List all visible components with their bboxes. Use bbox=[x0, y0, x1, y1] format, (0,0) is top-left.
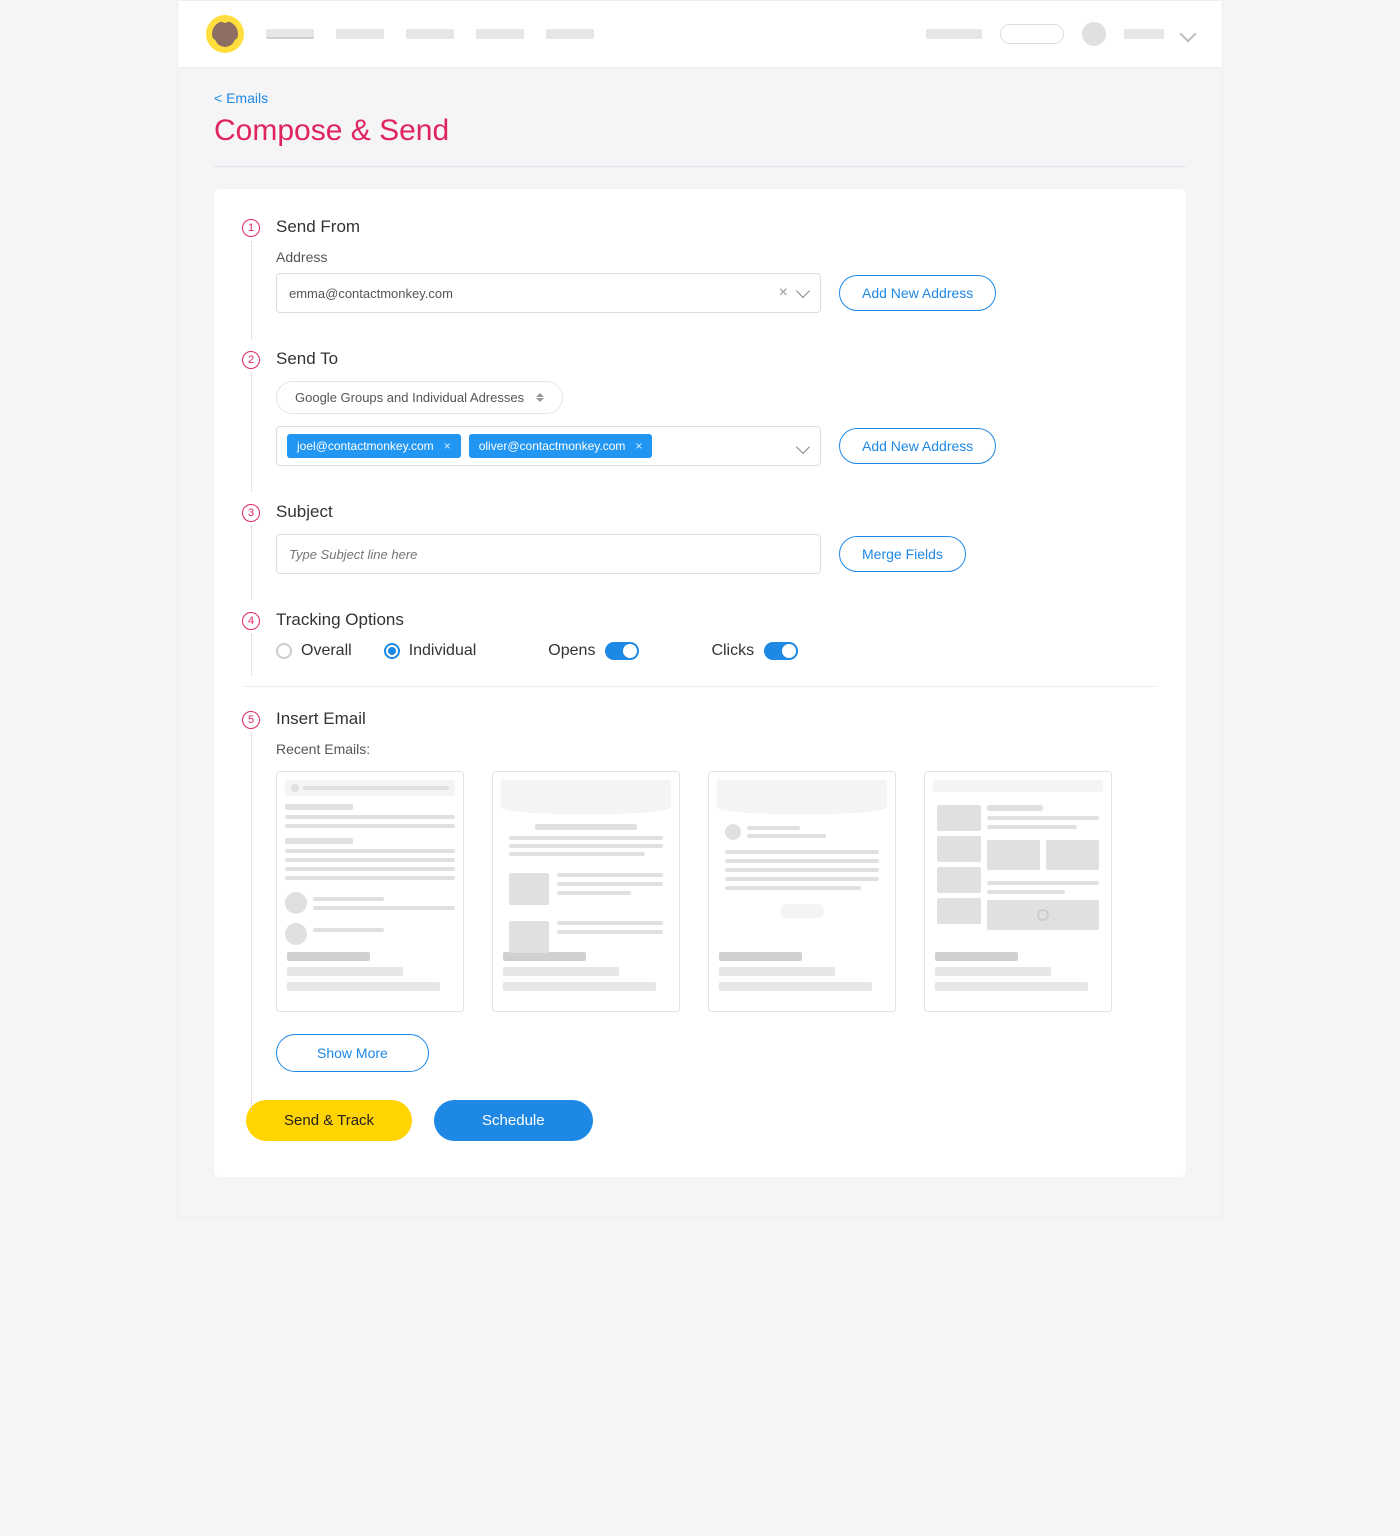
send-track-button[interactable]: Send & Track bbox=[246, 1100, 412, 1141]
divider bbox=[214, 166, 1186, 167]
opens-toggle[interactable] bbox=[605, 642, 639, 660]
step-number: 1 bbox=[242, 219, 260, 237]
from-address-input[interactable]: × bbox=[276, 273, 821, 313]
template-list bbox=[276, 771, 1158, 1012]
chevron-down-icon[interactable] bbox=[1180, 26, 1197, 43]
address-label: Address bbox=[276, 249, 1158, 265]
step-send-from: 1 Send From Address × Add New Address bbox=[242, 217, 1158, 323]
step-tracking: 4 Tracking Options Overall Individual Op… bbox=[242, 610, 1158, 660]
email-template[interactable] bbox=[924, 771, 1112, 1012]
breadcrumb[interactable]: < Emails bbox=[214, 90, 1186, 106]
remove-chip-icon[interactable]: × bbox=[444, 439, 451, 453]
recent-emails-label: Recent Emails: bbox=[276, 741, 1158, 757]
step-title: Send To bbox=[276, 349, 1158, 369]
nav-item[interactable] bbox=[476, 29, 524, 39]
divider bbox=[242, 686, 1158, 687]
radio-individual[interactable]: Individual bbox=[384, 642, 477, 660]
topbar-text-placeholder bbox=[926, 29, 982, 39]
step-insert-email: 5 Insert Email Recent Emails: bbox=[242, 709, 1158, 1072]
step-title: Tracking Options bbox=[276, 610, 1158, 630]
subject-input-wrap[interactable] bbox=[276, 534, 821, 574]
from-address-field[interactable] bbox=[289, 286, 779, 301]
chevron-down-icon[interactable] bbox=[796, 440, 810, 454]
topbar-right bbox=[926, 22, 1194, 46]
step-number: 3 bbox=[242, 504, 260, 522]
show-more-button[interactable]: Show More bbox=[276, 1034, 429, 1072]
email-template[interactable] bbox=[276, 771, 464, 1012]
step-number: 2 bbox=[242, 351, 260, 369]
nav-placeholders bbox=[266, 29, 594, 39]
step-number: 4 bbox=[242, 612, 260, 630]
user-name-placeholder bbox=[1124, 29, 1164, 39]
opens-label: Opens bbox=[548, 642, 595, 660]
logo bbox=[206, 15, 244, 53]
clicks-label: Clicks bbox=[711, 642, 754, 660]
add-address-button[interactable]: Add New Address bbox=[839, 428, 996, 464]
chevron-down-icon[interactable] bbox=[796, 284, 810, 298]
nav-item[interactable] bbox=[266, 29, 314, 39]
nav-item[interactable] bbox=[546, 29, 594, 39]
email-template[interactable] bbox=[708, 771, 896, 1012]
recipient-mode-select[interactable]: Google Groups and Individual Adresses bbox=[276, 381, 563, 414]
step-number: 5 bbox=[242, 711, 260, 729]
email-template[interactable] bbox=[492, 771, 680, 1012]
avatar[interactable] bbox=[1082, 22, 1106, 46]
step-send-to: 2 Send To Google Groups and Individual A… bbox=[242, 349, 1158, 476]
remove-chip-icon[interactable]: × bbox=[635, 439, 642, 453]
clicks-toggle[interactable] bbox=[764, 642, 798, 660]
clear-icon[interactable]: × bbox=[779, 284, 788, 302]
step-title: Insert Email bbox=[276, 709, 1158, 729]
add-address-button[interactable]: Add New Address bbox=[839, 275, 996, 311]
step-subject: 3 Subject Merge Fields bbox=[242, 502, 1158, 584]
recipient-mode-label: Google Groups and Individual Adresses bbox=[295, 390, 524, 405]
nav-item[interactable] bbox=[406, 29, 454, 39]
compose-card: 1 Send From Address × Add New Address bbox=[214, 189, 1186, 1177]
recipients-input[interactable]: joel@contactmonkey.com× oliver@contactmo… bbox=[276, 426, 821, 466]
actions: Send & Track Schedule bbox=[242, 1100, 1158, 1141]
nav-item[interactable] bbox=[336, 29, 384, 39]
step-title: Send From bbox=[276, 217, 1158, 237]
recipient-chip[interactable]: oliver@contactmonkey.com× bbox=[469, 434, 653, 458]
recipient-chip[interactable]: joel@contactmonkey.com× bbox=[287, 434, 461, 458]
radio-overall[interactable]: Overall bbox=[276, 642, 352, 660]
step-title: Subject bbox=[276, 502, 1158, 522]
schedule-button[interactable]: Schedule bbox=[434, 1100, 593, 1141]
page-title: Compose & Send bbox=[214, 114, 1186, 148]
topbar bbox=[178, 1, 1222, 68]
topbar-pill[interactable] bbox=[1000, 24, 1064, 44]
merge-fields-button[interactable]: Merge Fields bbox=[839, 536, 966, 572]
subject-input[interactable] bbox=[289, 547, 808, 562]
